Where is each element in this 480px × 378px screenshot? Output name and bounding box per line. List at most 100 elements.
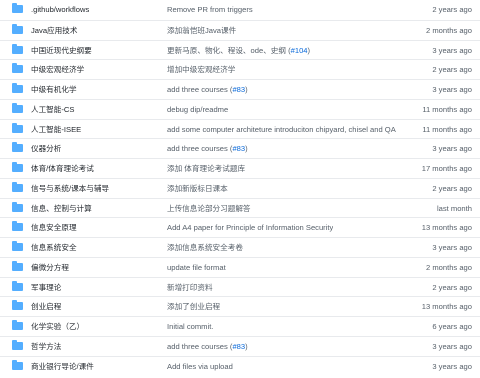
table-row[interactable]: 仪器分析 add three courses (#83) 3 years ago [0, 138, 480, 158]
commit-message-text[interactable]: update file format [167, 263, 226, 272]
directory-link[interactable]: 哲学方法 [31, 337, 61, 356]
commit-message[interactable]: add three courses (#83) [167, 337, 248, 356]
commit-age: 2 years ago [432, 65, 472, 75]
folder-icon [12, 280, 23, 291]
commit-message[interactable]: add three courses (#83) [167, 80, 248, 99]
commit-message-text[interactable]: Remove PR from triggers [167, 5, 253, 14]
commit-message[interactable]: Initial commit. [167, 317, 213, 336]
commit-age: 3 years ago [432, 144, 472, 154]
directory-link[interactable]: Java应用技术 [31, 21, 77, 40]
directory-link[interactable]: 信息安全原理 [31, 218, 77, 237]
table-row[interactable]: 信息、控制与计算 上传信息论部分习题解答 last month [0, 197, 480, 218]
commit-message[interactable]: Add A4 paper for Principle of Informatio… [167, 218, 333, 237]
directory-link[interactable]: 偏微分方程 [31, 258, 69, 277]
directory-link[interactable]: 人工智能-CS [31, 100, 74, 119]
directory-link[interactable]: 化学实验（乙） [31, 317, 84, 336]
folder-icon [12, 122, 23, 133]
table-row[interactable]: 人工智能-CS debug dip/readme 11 months ago [0, 98, 480, 119]
file-list: .github/workflows Remove PR from triggers… [0, 0, 480, 375]
pull-request-link[interactable]: #83 [232, 342, 245, 351]
table-row[interactable]: Java应用技术 添加翁恺班Java课件 2 months ago [0, 19, 480, 40]
commit-age: 3 years ago [432, 243, 472, 252]
commit-age: 11 months ago [422, 104, 472, 114]
commit-message[interactable]: debug dip/readme [167, 100, 228, 119]
commit-message-text[interactable]: add three courses ( [167, 342, 232, 351]
table-row[interactable]: 商业银行导论/课件 Add files via upload 3 years ago [0, 355, 480, 376]
commit-message-text[interactable]: 上传信息论部分习题解答 [167, 204, 251, 213]
commit-age: 13 months ago [421, 302, 472, 312]
commit-message-text[interactable]: 添加新版标日课本 [167, 184, 228, 193]
commit-message-text[interactable]: debug dip/readme [167, 105, 228, 114]
commit-message-text[interactable]: add three courses ( [167, 85, 232, 94]
commit-message[interactable]: Add files via upload [167, 357, 233, 376]
pull-request-link[interactable]: #83 [232, 144, 245, 153]
directory-link[interactable]: 商业银行导论/课件 [31, 357, 94, 376]
table-row[interactable]: 创业启程 添加了创业启程 13 months ago [0, 296, 480, 316]
commit-message-text[interactable]: 添加了创业启程 [167, 302, 220, 311]
directory-link[interactable]: 军事理论 [31, 278, 61, 297]
commit-message[interactable]: 添加翁恺班Java课件 [167, 21, 236, 40]
directory-link[interactable]: 信息、控制与计算 [31, 199, 92, 218]
commit-message-text[interactable]: add some computer architeture introducit… [167, 125, 396, 134]
directory-link[interactable]: 中国近现代史纲要 [31, 41, 92, 60]
directory-link[interactable]: .github/workflows [31, 0, 89, 19]
commit-message-text[interactable]: 增加中级宏观经济学 [167, 65, 235, 74]
directory-link[interactable]: 体育/体育理论考试 [31, 159, 94, 178]
commit-message[interactable]: 添加信息系统安全考卷 [167, 238, 243, 257]
table-row[interactable]: 信号与系统/课本与辅导 添加新版标日课本 2 years ago [0, 177, 480, 198]
commit-message[interactable]: 更新马原、物化、程设、ode、史纲 (#104) [167, 41, 310, 60]
table-row[interactable]: .github/workflows Remove PR from triggers… [0, 0, 480, 20]
table-row[interactable]: 中级有机化学 add three courses (#83) 3 years ago [0, 79, 480, 99]
commit-message[interactable]: 添加新版标日课本 [167, 179, 228, 198]
table-row[interactable]: 中国近现代史纲要 更新马原、物化、程设、ode、史纲 (#104) 3 years … [0, 39, 480, 60]
commit-message[interactable]: 上传信息论部分习题解答 [167, 199, 251, 218]
commit-message-text[interactable]: 添加翁恺班Java课件 [167, 26, 236, 35]
commit-message[interactable]: add three courses (#83) [167, 139, 248, 158]
directory-link[interactable]: 信号与系统/课本与辅导 [31, 179, 109, 198]
folder-icon [12, 162, 23, 172]
table-row[interactable]: 信息安全原理 Add A4 paper for Principle of Info… [0, 217, 480, 237]
commit-message-text[interactable]: 添加 体育理论考试题库 [167, 164, 245, 173]
table-row[interactable]: 人工智能-ISEE add some computer architeture i… [0, 118, 480, 139]
commit-message-text[interactable]: add three courses ( [167, 144, 232, 153]
commit-message[interactable]: 新增打印资料 [167, 278, 213, 297]
commit-message-suffix: ) [245, 341, 248, 351]
directory-link[interactable]: 中级宏观经济学 [31, 60, 84, 79]
commit-message[interactable]: 添加 体育理论考试题库 [167, 159, 245, 178]
commit-message-text[interactable]: Add A4 paper for Principle of Informatio… [167, 223, 333, 232]
folder-icon [12, 339, 23, 350]
commit-message[interactable]: add some computer architeture introducit… [167, 120, 396, 139]
folder-icon [12, 83, 23, 93]
commit-age: 6 years ago [432, 322, 472, 331]
table-row[interactable]: 中级宏观经济学 增加中级宏观经济学 2 years ago [0, 59, 480, 79]
directory-link[interactable]: 仪器分析 [31, 139, 61, 158]
commit-message-text[interactable]: Add files via upload [167, 362, 233, 371]
table-row[interactable]: 哲学方法 add three courses (#83) 3 years ago [0, 335, 480, 356]
commit-age: 17 months ago [421, 164, 472, 173]
directory-link[interactable]: 人工智能-ISEE [31, 120, 81, 139]
commit-message-text[interactable]: Initial commit. [167, 322, 213, 331]
commit-age: 2 years ago [432, 183, 472, 193]
commit-message[interactable]: Remove PR from triggers [167, 0, 253, 19]
commit-message-text[interactable]: 新增打印资料 [167, 283, 213, 292]
table-row[interactable]: 体育/体育理论考试 添加 体育理论考试题库 17 months ago [0, 158, 480, 178]
commit-age: 3 years ago [432, 45, 472, 55]
commit-message[interactable]: 添加了创业启程 [167, 297, 220, 316]
commit-message-text[interactable]: 添加信息系统安全考卷 [167, 243, 243, 252]
directory-link[interactable]: 中级有机化学 [31, 80, 77, 99]
table-row[interactable]: 化学实验（乙） Initial commit. 6 years ago [0, 316, 480, 336]
pull-request-link[interactable]: #83 [232, 85, 245, 94]
commit-age: 3 years ago [432, 85, 472, 94]
commit-message-text[interactable]: 更新马原、物化、程设、ode、史纲 ( [167, 46, 291, 55]
pull-request-link[interactable]: #104 [291, 46, 308, 55]
commit-message[interactable]: update file format [167, 258, 226, 277]
directory-link[interactable]: 信息系统安全 [31, 238, 77, 257]
table-row[interactable]: 信息系统安全 添加信息系统安全考卷 3 years ago [0, 237, 480, 257]
commit-age: last month [436, 203, 472, 213]
commit-age: 2 months ago [425, 262, 472, 272]
commit-message[interactable]: 增加中级宏观经济学 [167, 60, 235, 79]
table-row[interactable]: 偏微分方程 update file format 2 months ago [0, 256, 480, 277]
table-row[interactable]: 军事理论 新增打印资料 2 years ago [0, 276, 480, 297]
directory-link[interactable]: 创业启程 [31, 297, 61, 316]
folder-icon [12, 63, 23, 74]
